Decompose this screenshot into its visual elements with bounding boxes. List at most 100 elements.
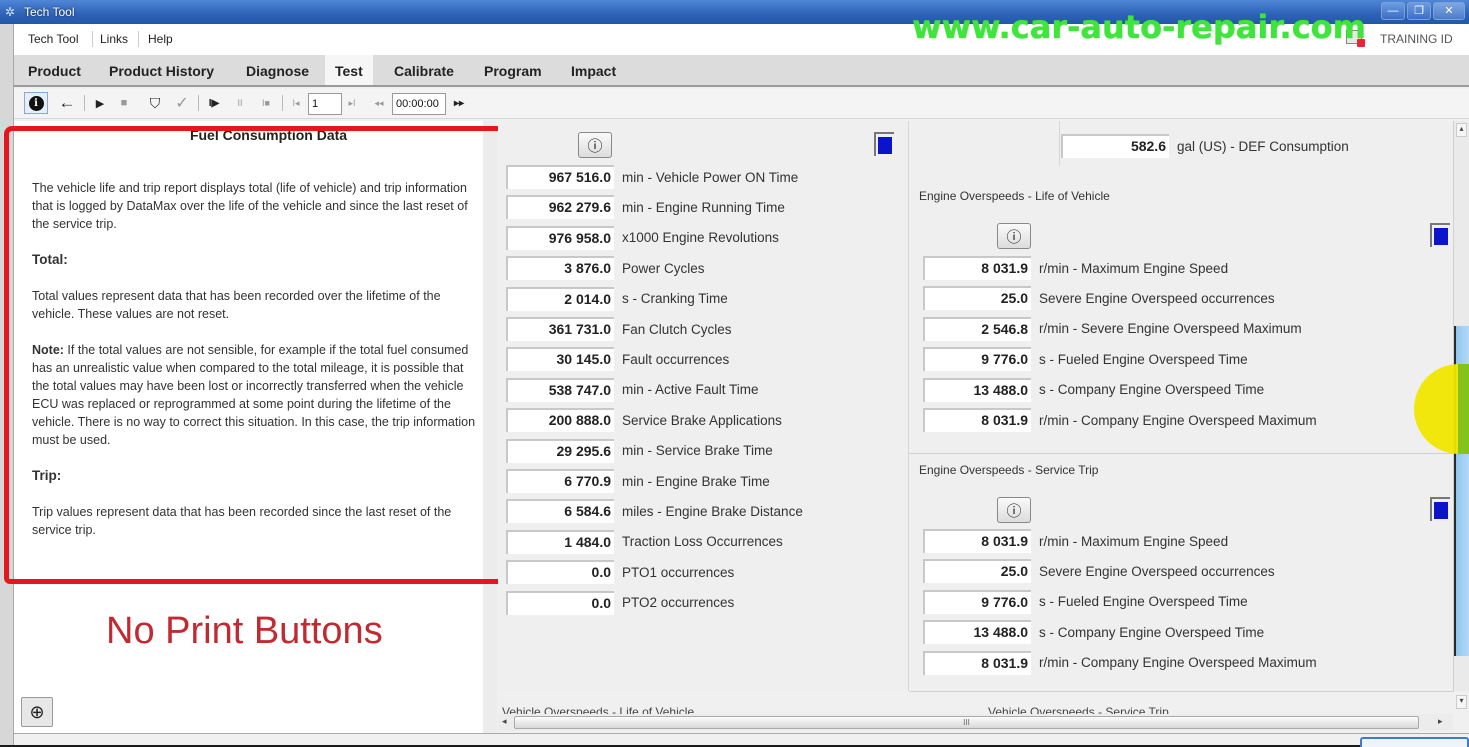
data-row-value: 1 484.0 xyxy=(506,529,614,554)
data-row-label: s - Fueled Engine Overspeed Time xyxy=(1039,594,1248,610)
scroll-up-arrow[interactable]: ▴ xyxy=(1456,123,1467,137)
tab-calibrate[interactable]: Calibrate xyxy=(384,55,464,85)
graph-info-button[interactable]: ⓘ xyxy=(997,223,1031,249)
magnifier-plus-icon: ⊕ xyxy=(29,701,45,722)
data-row-value: 30 145.0 xyxy=(506,347,614,372)
section-title-overspeed-life: Engine Overspeeds - Life of Vehicle xyxy=(919,189,1110,203)
help-intro: The vehicle life and trip report display… xyxy=(32,181,468,231)
data-row: 976 958.0 x1000 Engine Revolutions xyxy=(506,225,779,250)
close-button[interactable]: ✕ xyxy=(1433,2,1465,20)
restore-button[interactable]: ❐ xyxy=(1407,2,1431,20)
color-swatch-button[interactable] xyxy=(1430,223,1450,247)
help-trip-text: Trip values represent data that has been… xyxy=(32,505,452,537)
data-row-label: r/min - Severe Engine Overspeed Maximum xyxy=(1039,321,1302,337)
tab-impact[interactable]: Impact xyxy=(561,55,626,85)
help-note: Note: If the total values are not sensib… xyxy=(32,341,477,449)
frame-number-input[interactable] xyxy=(308,93,342,115)
data-row: 361 731.0 Fan Clutch Cycles xyxy=(506,317,732,341)
blue-swatch xyxy=(1434,502,1448,519)
data-row-label: Power Cycles xyxy=(622,260,705,276)
def-consumption-label: gal (US) - DEF Consumption xyxy=(1177,138,1349,154)
data-row: 3 876.0 Power Cycles xyxy=(506,256,705,281)
play-icon[interactable]: ▶ xyxy=(92,92,108,114)
toolbar-separator xyxy=(282,95,283,111)
data-row-value: 13 488.0 xyxy=(923,620,1031,645)
step-pause-icon[interactable]: II xyxy=(230,92,250,114)
data-row: 2 546.8 r/min - Severe Engine Overspeed M… xyxy=(923,316,1302,341)
data-row-value: 9 776.0 xyxy=(923,589,1031,614)
data-row-label: Traction Loss Occurrences xyxy=(622,534,783,550)
tab-product-history[interactable]: Product History xyxy=(99,55,224,85)
data-row-value: 0.0 xyxy=(506,590,614,615)
data-row-value: 8 031.9 xyxy=(923,256,1031,280)
graph-info-icon: ⓘ xyxy=(587,137,603,155)
step-play-icon[interactable]: I▶ xyxy=(204,92,224,114)
data-row-label: r/min - Company Engine Overspeed Maximum xyxy=(1039,412,1317,428)
data-row: 6 770.9 min - Engine Brake Time xyxy=(506,469,770,493)
tab-program[interactable]: Program xyxy=(474,55,552,85)
section-title-vehicle-overspeed-trip: Vehicle Overspeeds - Service Trip xyxy=(988,705,1169,714)
step-stop-icon[interactable]: I■ xyxy=(256,92,276,114)
minimize-button[interactable]: — xyxy=(1381,2,1405,20)
window-frame-left xyxy=(0,24,14,745)
menu-help[interactable]: Help xyxy=(148,32,173,46)
color-swatch-button[interactable] xyxy=(1430,497,1450,521)
horizontal-scroll-thumb[interactable]: III xyxy=(514,716,1419,729)
first-frame-icon[interactable]: I◂ xyxy=(288,92,304,114)
graph-info-button[interactable]: ⓘ xyxy=(578,132,612,158)
menu-links[interactable]: Links xyxy=(100,32,128,46)
horizontal-scrollbar[interactable]: ◂ III ▸ xyxy=(498,714,1453,731)
data-row: 8 031.9 r/min - Company Engine Overspeed … xyxy=(923,408,1317,432)
scroll-down-arrow[interactable]: ▾ xyxy=(1456,695,1467,709)
training-id-label: TRAINING ID xyxy=(1380,32,1453,46)
time-input[interactable] xyxy=(392,93,446,115)
data-row-value: 8 031.9 xyxy=(923,408,1031,432)
bottom-action-button[interactable] xyxy=(1360,737,1469,747)
help-total-text: Total values represent data that has bee… xyxy=(32,289,441,321)
data-row-value: 976 958.0 xyxy=(506,225,614,250)
data-row-label: PTO1 occurrences xyxy=(622,564,735,580)
data-row: 9 776.0 s - Fueled Engine Overspeed Time xyxy=(923,347,1248,372)
data-row: 0.0 PTO2 occurrences xyxy=(506,590,735,615)
help-total-heading: Total: xyxy=(32,252,68,267)
scroll-right-arrow[interactable]: ▸ xyxy=(1438,716,1443,727)
color-swatch-button[interactable] xyxy=(874,132,894,156)
data-row-label: PTO2 occurrences xyxy=(622,595,735,611)
overspeed-panel: 582.6 gal (US) - DEF Consumption Engine … xyxy=(908,121,1454,692)
data-row: 8 031.9 r/min - Company Engine Overspeed … xyxy=(923,650,1317,675)
data-row-value: 2 546.8 xyxy=(923,316,1031,341)
rewind-icon[interactable]: ◂◂ xyxy=(370,92,388,114)
zoom-in-button[interactable]: ⊕ xyxy=(21,697,53,727)
data-row: 13 488.0 s - Company Engine Overspeed Tim… xyxy=(923,377,1264,402)
app-icon: ✲ xyxy=(5,5,16,19)
scroll-left-arrow[interactable]: ◂ xyxy=(502,716,507,727)
data-row: 2 014.0 s - Cranking Time xyxy=(506,286,728,311)
stop-icon[interactable]: ■ xyxy=(116,92,132,114)
back-arrow-icon[interactable]: ← xyxy=(56,92,78,114)
data-row: 0.0 PTO1 occurrences xyxy=(506,560,735,585)
check-icon[interactable]: ✓ xyxy=(172,92,192,114)
data-row-label: min - Engine Running Time xyxy=(622,199,785,215)
graph-info-button[interactable]: ⓘ xyxy=(997,497,1031,523)
status-strip xyxy=(14,733,1469,745)
data-row: 6 584.6 miles - Engine Brake Distance xyxy=(506,499,803,524)
marker-icon[interactable]: ⛉ xyxy=(144,92,166,114)
last-frame-icon[interactable]: ▸I xyxy=(344,92,360,114)
info-button[interactable]: i xyxy=(24,92,48,114)
data-row-value: 538 747.0 xyxy=(506,377,614,402)
data-row-label: r/min - Company Engine Overspeed Maximum xyxy=(1039,655,1317,671)
data-row-value: 9 776.0 xyxy=(923,347,1031,372)
section-title-vehicle-overspeed-life: Vehicle Overspeeds - Life of Vehicle xyxy=(502,705,695,714)
tab-diagnose[interactable]: Diagnose xyxy=(236,55,319,85)
window-title: Tech Tool xyxy=(24,5,75,19)
help-panel-scrollbar[interactable] xyxy=(483,121,497,734)
section-title-overspeed-trip: Engine Overspeeds - Service Trip xyxy=(919,463,1099,477)
tab-product[interactable]: Product xyxy=(18,55,91,85)
data-row-label: min - Active Fault Time xyxy=(622,382,759,398)
divider xyxy=(909,691,1454,692)
menu-tech-tool[interactable]: Tech Tool xyxy=(28,32,78,46)
tab-test[interactable]: Test xyxy=(325,55,373,85)
fast-forward-icon[interactable]: ▸▸ xyxy=(450,92,468,114)
data-row: 538 747.0 min - Active Fault Time xyxy=(506,377,759,402)
blue-swatch xyxy=(1434,228,1448,245)
